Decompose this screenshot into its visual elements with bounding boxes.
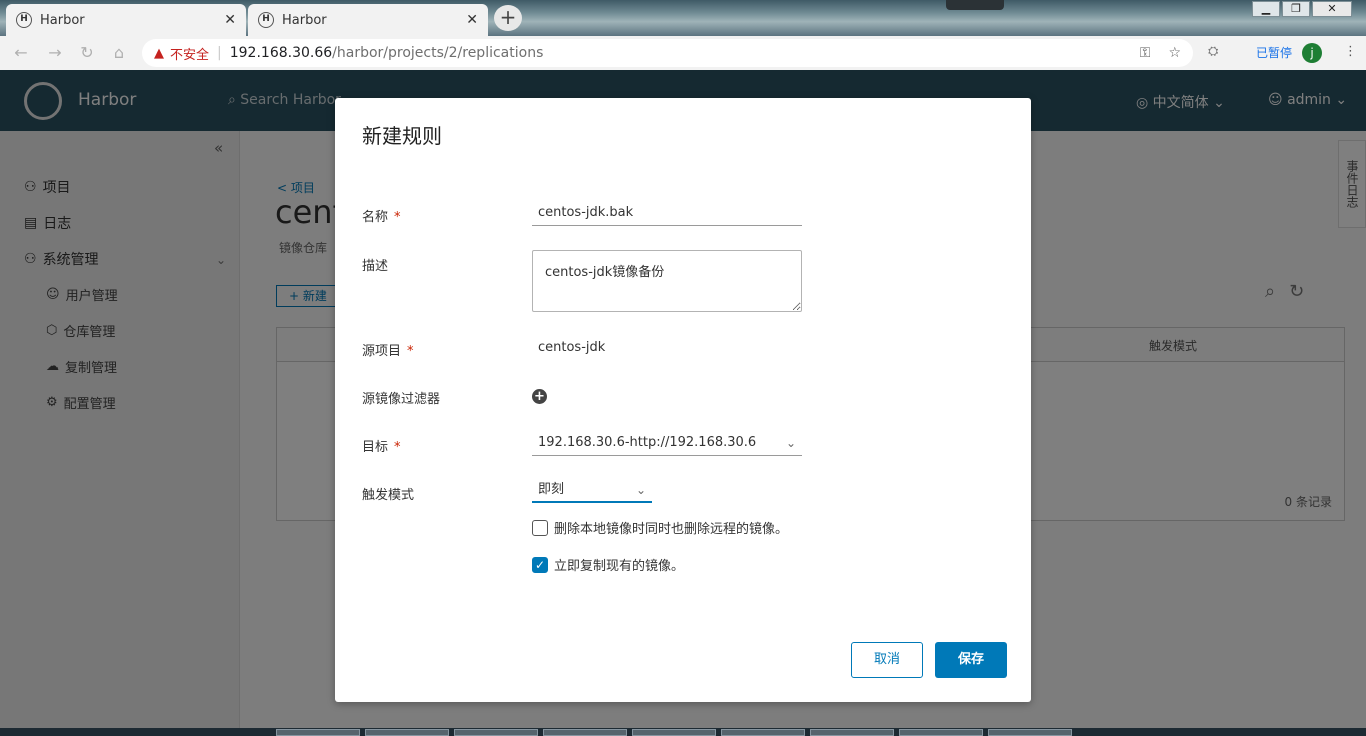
taskbar-item[interactable] xyxy=(543,729,627,736)
close-tab-icon[interactable]: ✕ xyxy=(224,12,236,28)
source-project-label: 源项目 * xyxy=(362,344,414,359)
chevron-down-icon: ⌄ xyxy=(785,436,796,450)
system-widget xyxy=(946,0,1004,10)
profile-avatar[interactable]: j xyxy=(1302,43,1322,63)
cancel-button[interactable]: 取消 xyxy=(851,642,923,678)
harbor-favicon-icon: H xyxy=(16,12,32,28)
warning-icon: ▲ xyxy=(154,45,164,61)
harbor-favicon-icon: H xyxy=(258,12,274,28)
delete-remote-label: 删除本地镜像时同时也删除远程的镜像。 xyxy=(554,522,789,537)
omnibox-divider: | xyxy=(217,45,222,61)
trigger-mode-select[interactable]: 即刻 ⌄ xyxy=(532,477,652,503)
browser-tab[interactable]: H Harbor ✕ xyxy=(6,4,246,36)
taskbar-item[interactable] xyxy=(454,729,538,736)
browser-tab-bar: H Harbor ✕ H Harbor ✕ + ▁ ❐ ✕ xyxy=(0,0,1366,36)
new-rule-dialog: 新建规则 名称* 描述 centos-jdk镜像备份 源项目* centos-j… xyxy=(335,98,1031,702)
omnibox[interactable]: ▲ 不安全 | 192.168.30.66 /harbor/projects/2… xyxy=(142,39,1193,67)
minimize-button[interactable]: ▁ xyxy=(1252,1,1280,17)
back-arrow-icon[interactable]: ← xyxy=(12,44,30,62)
source-project-value: centos-jdk xyxy=(538,340,606,355)
tab-title: Harbor xyxy=(40,12,85,28)
paused-label[interactable]: 已暂停 xyxy=(1256,44,1292,61)
replicate-existing-checkbox[interactable]: ✓ xyxy=(532,556,548,573)
window-controls: ▁ ❐ ✕ xyxy=(1252,1,1352,17)
home-icon[interactable]: ⌂ xyxy=(110,44,128,62)
target-label: 目标 * xyxy=(362,440,401,455)
browser-tab-active[interactable]: H Harbor ✕ xyxy=(248,4,488,36)
source-filter-label: 源镜像过滤器 xyxy=(362,392,441,407)
taskbar-item[interactable] xyxy=(810,729,894,736)
delete-remote-option[interactable]: 删除本地镜像时同时也删除远程的镜像。 xyxy=(532,518,788,537)
close-tab-icon[interactable]: ✕ xyxy=(466,12,478,28)
replicate-existing-option[interactable]: ✓ 立即复制现有的镜像。 xyxy=(532,555,684,574)
trigger-mode-value: 即刻 xyxy=(538,482,565,497)
description-label: 描述 xyxy=(362,259,389,274)
star-icon[interactable]: ☆ xyxy=(1168,45,1181,61)
add-filter-icon[interactable]: + xyxy=(532,389,547,404)
replicate-existing-label: 立即复制现有的镜像。 xyxy=(554,559,685,574)
taskbar-item[interactable] xyxy=(988,729,1072,736)
security-label[interactable]: 不安全 xyxy=(170,44,209,63)
taskbar-item[interactable] xyxy=(899,729,983,736)
reload-icon[interactable]: ↻ xyxy=(78,44,96,62)
url-path: /harbor/projects/2/replications xyxy=(332,45,544,61)
required-mark: * xyxy=(394,210,401,225)
name-input[interactable] xyxy=(532,200,802,226)
save-button[interactable]: 保存 xyxy=(935,642,1007,678)
dialog-title: 新建规则 xyxy=(362,124,442,148)
tab-title: Harbor xyxy=(282,12,327,28)
chevron-down-icon: ⌄ xyxy=(635,483,646,497)
taskbar-item[interactable] xyxy=(632,729,716,736)
address-bar-row: ← → ↻ ⌂ ▲ 不安全 | 192.168.30.66 /harbor/pr… xyxy=(0,36,1366,70)
delete-remote-checkbox[interactable] xyxy=(532,519,548,536)
extension-icon[interactable]: ⛭ xyxy=(1208,44,1218,59)
description-textarea[interactable]: centos-jdk镜像备份 xyxy=(532,250,802,312)
key-icon[interactable]: ⚿ xyxy=(1140,45,1151,61)
os-taskbar xyxy=(0,728,1366,736)
trigger-mode-label: 触发模式 xyxy=(362,488,415,503)
restore-button[interactable]: ❐ xyxy=(1282,1,1310,17)
new-tab-button[interactable]: + xyxy=(494,5,522,31)
omnibox-actions: ⚿ ☆ xyxy=(1140,45,1181,61)
target-value: 192.168.30.6-http://192.168.30.6 xyxy=(538,435,757,450)
target-select[interactable]: 192.168.30.6-http://192.168.30.6 ⌄ xyxy=(532,430,802,456)
taskbar-item[interactable] xyxy=(721,729,805,736)
taskbar-item[interactable] xyxy=(365,729,449,736)
url-host: 192.168.30.66 xyxy=(229,45,333,61)
menu-icon[interactable]: ⋮ xyxy=(1344,44,1357,59)
taskbar-item[interactable] xyxy=(276,729,360,736)
close-window-button[interactable]: ✕ xyxy=(1312,1,1352,17)
forward-arrow-icon[interactable]: → xyxy=(46,44,64,62)
required-mark: * xyxy=(407,344,414,359)
name-label: 名称 * xyxy=(362,210,401,225)
required-mark: * xyxy=(394,440,401,455)
